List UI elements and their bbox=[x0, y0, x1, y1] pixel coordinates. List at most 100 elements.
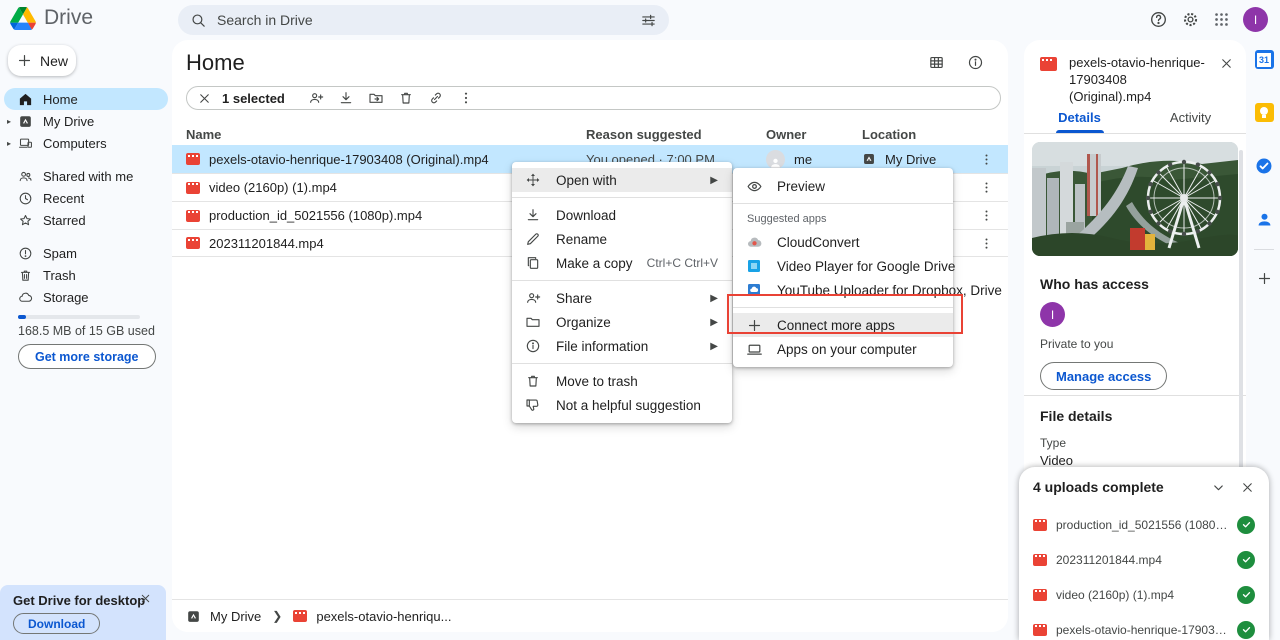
drive-logo-icon bbox=[10, 6, 36, 30]
search-input[interactable] bbox=[217, 12, 630, 28]
menu-item-connect-more-apps[interactable]: Connect more apps bbox=[733, 313, 953, 337]
check-icon bbox=[1237, 515, 1255, 534]
menu-item-cloudconvert[interactable]: CloudConvert bbox=[733, 230, 953, 254]
menu-item-preview[interactable]: Preview bbox=[733, 174, 953, 198]
row-more-icon[interactable] bbox=[979, 236, 994, 251]
calendar-icon[interactable]: 31 bbox=[1254, 50, 1274, 69]
close-icon[interactable] bbox=[1240, 480, 1255, 495]
menu-item-download[interactable]: Download bbox=[512, 203, 732, 227]
plus-icon bbox=[18, 54, 31, 67]
menu-item-not-helpful[interactable]: Not a helpful suggestion bbox=[512, 393, 732, 417]
sidebar-item-spam[interactable]: Spam bbox=[4, 242, 168, 264]
user-avatar[interactable]: I bbox=[1243, 7, 1268, 32]
download-drive-button[interactable]: Download bbox=[13, 613, 101, 634]
trash-icon[interactable] bbox=[391, 90, 421, 106]
close-icon[interactable] bbox=[1219, 56, 1234, 98]
download-icon bbox=[524, 207, 542, 223]
row-more-icon[interactable] bbox=[979, 152, 994, 167]
menu-item-apps-on-computer[interactable]: Apps on your computer bbox=[733, 337, 953, 361]
storage-usage-text: 168.5 MB of 15 GB used bbox=[18, 324, 155, 338]
search-bar[interactable] bbox=[178, 5, 669, 35]
owner-avatar-icon bbox=[766, 149, 785, 169]
tasks-icon[interactable] bbox=[1254, 156, 1274, 176]
info-icon[interactable] bbox=[967, 54, 984, 71]
submenu-arrow-icon: ▶ bbox=[710, 340, 718, 352]
clear-selection-icon[interactable] bbox=[197, 91, 212, 106]
drive-brand[interactable]: Drive bbox=[10, 6, 93, 30]
details-file-name: pexels-otavio-henrique-17903408 (Origina… bbox=[1069, 55, 1205, 104]
scrollbar[interactable] bbox=[1239, 150, 1243, 485]
preview-eye-icon bbox=[745, 178, 763, 195]
column-header-owner[interactable]: Owner bbox=[766, 127, 862, 142]
settings-icon[interactable] bbox=[1181, 10, 1200, 29]
file-preview-image[interactable] bbox=[1032, 142, 1238, 256]
keep-icon[interactable] bbox=[1254, 103, 1274, 122]
download-icon[interactable] bbox=[331, 90, 361, 106]
folder-icon bbox=[524, 314, 542, 330]
manage-access-button[interactable]: Manage access bbox=[1040, 362, 1168, 390]
tab-activity[interactable]: Activity bbox=[1135, 102, 1246, 133]
tab-details[interactable]: Details bbox=[1024, 102, 1135, 133]
sidebar-item-starred[interactable]: Starred bbox=[4, 209, 168, 231]
access-avatar[interactable]: I bbox=[1040, 302, 1065, 327]
sidebar-item-my-drive[interactable]: ▸ My Drive bbox=[4, 110, 168, 132]
upload-item[interactable]: production_id_5021556 (1080p).mp4 bbox=[1019, 507, 1269, 542]
video-player-app-icon bbox=[745, 258, 763, 274]
check-icon bbox=[1237, 620, 1255, 639]
move-to-folder-icon[interactable] bbox=[361, 90, 391, 106]
menu-item-organize[interactable]: Organize ▶ bbox=[512, 310, 732, 334]
uploads-title: 4 uploads complete bbox=[1033, 479, 1164, 495]
expand-arrow-icon[interactable]: ▸ bbox=[7, 139, 11, 148]
video-file-icon bbox=[186, 153, 200, 165]
breadcrumb-file[interactable]: pexels-otavio-henriqu... bbox=[316, 609, 451, 624]
upload-item[interactable]: 202311201844.mp4 bbox=[1019, 542, 1269, 577]
menu-item-make-a-copy[interactable]: Make a copy Ctrl+C Ctrl+V bbox=[512, 251, 732, 275]
breadcrumb-root[interactable]: My Drive bbox=[210, 609, 261, 624]
sidebar-item-storage[interactable]: Storage bbox=[4, 286, 168, 308]
menu-item-move-to-trash[interactable]: Move to trash bbox=[512, 369, 732, 393]
check-icon bbox=[1237, 550, 1255, 569]
share-person-add-icon[interactable] bbox=[301, 90, 331, 106]
expand-arrow-icon[interactable]: ▸ bbox=[7, 117, 11, 126]
grid-view-icon[interactable] bbox=[928, 54, 945, 71]
menu-item-youtube-uploader[interactable]: YouTube Uploader for Dropbox, Drive bbox=[733, 278, 1002, 302]
new-button-label: New bbox=[39, 52, 68, 69]
copy-link-icon[interactable] bbox=[421, 90, 451, 106]
row-more-icon[interactable] bbox=[979, 180, 994, 195]
sidebar-item-computers[interactable]: ▸ Computers bbox=[4, 132, 168, 154]
close-icon[interactable] bbox=[139, 592, 152, 605]
video-file-icon bbox=[1033, 623, 1047, 636]
sidebar-item-trash[interactable]: Trash bbox=[4, 264, 168, 286]
sidebar-item-recent[interactable]: Recent bbox=[4, 187, 168, 209]
sidebar-item-home[interactable]: Home bbox=[4, 88, 168, 110]
suggested-apps-label: Suggested apps bbox=[747, 213, 827, 225]
my-drive-icon bbox=[862, 152, 876, 166]
column-header-reason[interactable]: Reason suggested bbox=[586, 127, 766, 142]
video-file-icon bbox=[1040, 57, 1057, 71]
menu-item-video-player[interactable]: Video Player for Google Drive bbox=[733, 254, 955, 278]
search-options-icon[interactable] bbox=[640, 12, 657, 29]
open-with-icon bbox=[524, 172, 542, 188]
more-actions-icon[interactable] bbox=[451, 90, 481, 106]
help-icon[interactable] bbox=[1149, 10, 1168, 29]
get-addons-icon[interactable] bbox=[1256, 270, 1273, 287]
column-header-name[interactable]: Name bbox=[186, 127, 586, 142]
new-button[interactable]: New bbox=[8, 45, 76, 76]
location-cell[interactable]: My Drive bbox=[862, 152, 972, 167]
menu-item-open-with[interactable]: Open with ▶ bbox=[512, 168, 732, 192]
contacts-icon[interactable] bbox=[1255, 210, 1274, 229]
search-icon[interactable] bbox=[190, 12, 207, 29]
video-file-icon bbox=[186, 237, 200, 249]
apps-grid-icon[interactable] bbox=[1213, 11, 1230, 28]
menu-item-share[interactable]: Share ▶ bbox=[512, 286, 732, 310]
upload-item[interactable]: video (2160p) (1).mp4 bbox=[1019, 577, 1269, 612]
row-more-icon[interactable] bbox=[979, 208, 994, 223]
get-more-storage-button[interactable]: Get more storage bbox=[18, 344, 156, 369]
column-header-location[interactable]: Location bbox=[862, 127, 972, 142]
sidebar-item-shared-with-me[interactable]: Shared with me bbox=[4, 165, 168, 187]
menu-item-rename[interactable]: Rename bbox=[512, 227, 732, 251]
chevron-down-icon[interactable] bbox=[1211, 480, 1226, 495]
upload-item[interactable]: pexels-otavio-henrique-17903408 (Or... bbox=[1019, 612, 1269, 640]
menu-item-file-information[interactable]: File information ▶ bbox=[512, 334, 732, 358]
context-menu: Open with ▶ Download Rename Make a copy … bbox=[512, 162, 732, 423]
